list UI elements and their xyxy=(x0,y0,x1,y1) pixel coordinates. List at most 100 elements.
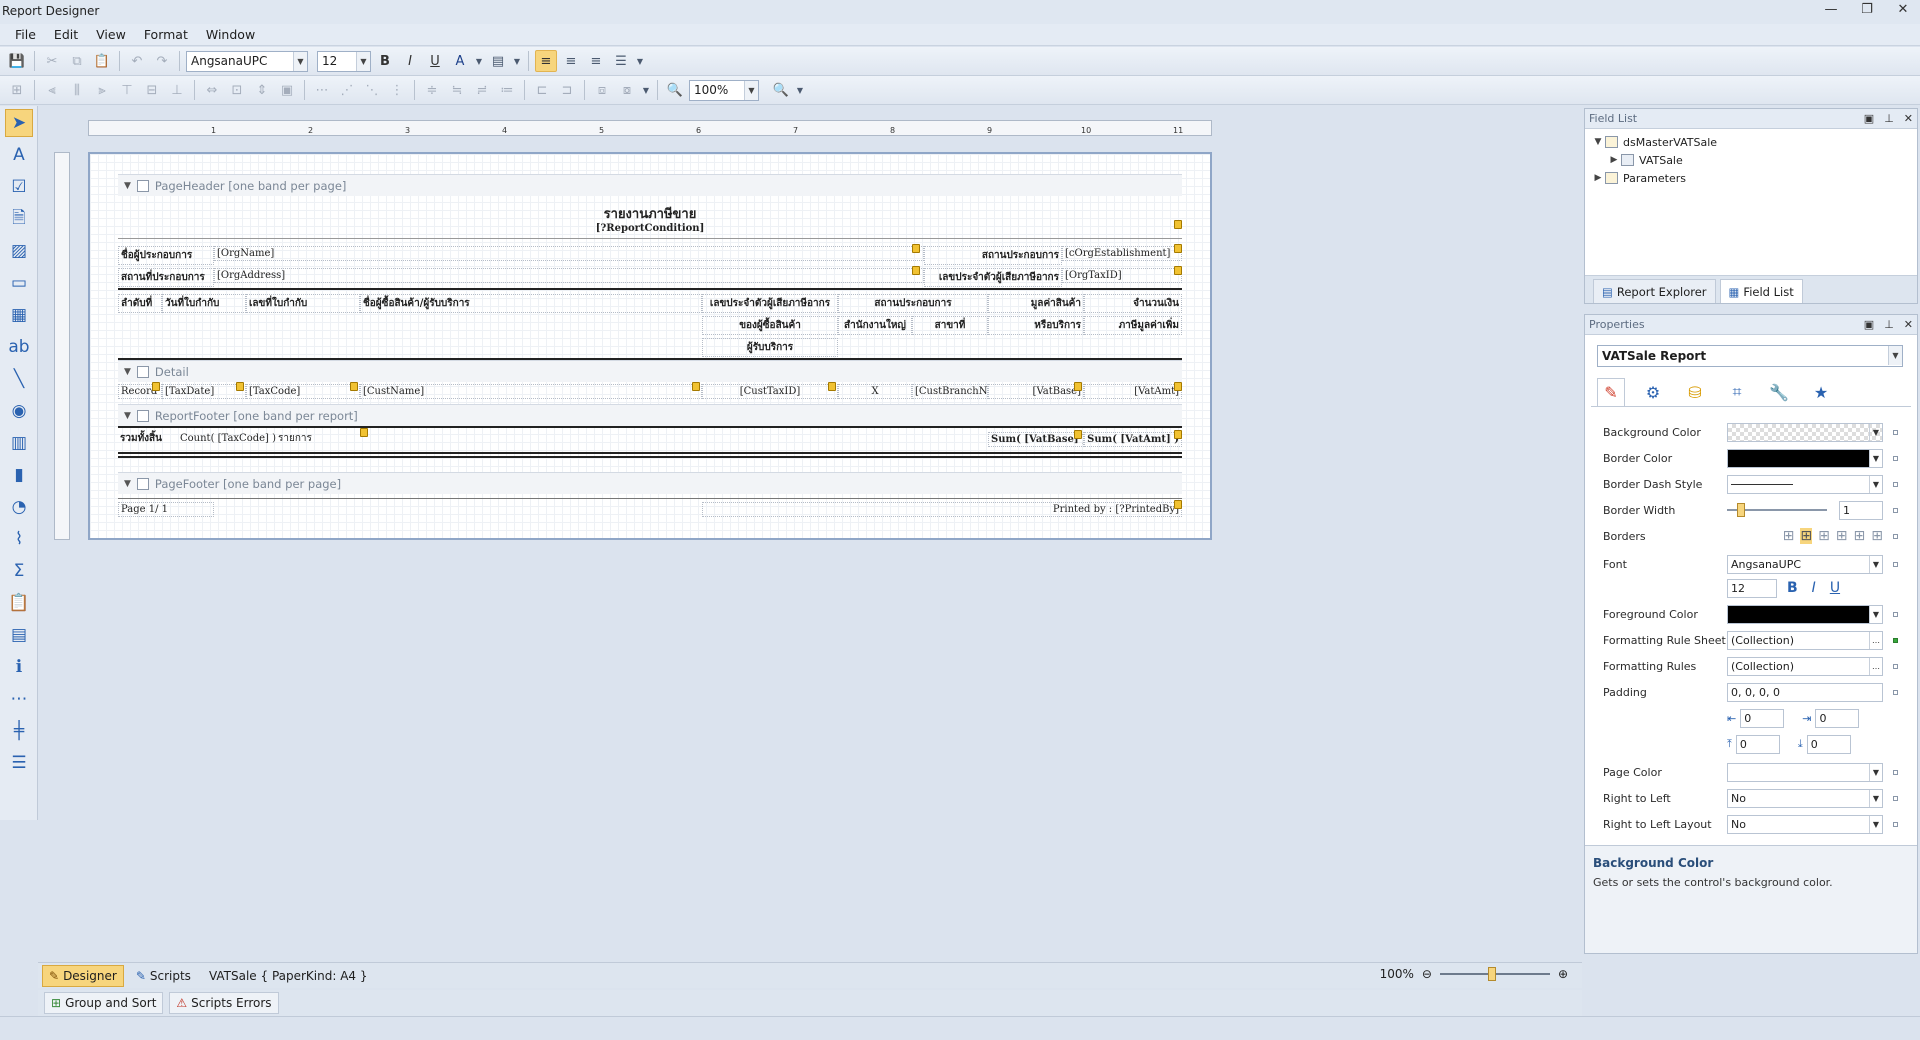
chevron-down-icon[interactable]: ▼ xyxy=(1869,763,1882,781)
collapse-icon[interactable]: ▼ xyxy=(124,367,131,377)
padding-right-input[interactable]: 0 xyxy=(1815,708,1860,728)
bold-button[interactable]: B xyxy=(374,50,396,72)
font-name-combo[interactable]: AngsanaUPC ▼ xyxy=(186,50,308,72)
cross-band-line-icon[interactable]: ╪ xyxy=(5,717,33,745)
chart-icon[interactable]: ▮ xyxy=(5,461,33,489)
col-branch[interactable]: สถานประกอบการ xyxy=(838,294,988,313)
menu-file[interactable]: File xyxy=(6,27,45,42)
col-amount-1[interactable]: จำนวนเงิน xyxy=(1084,294,1182,313)
smart-tag-icon[interactable] xyxy=(1174,266,1182,275)
close-button[interactable]: ✕ xyxy=(1892,2,1914,17)
reset-marker[interactable] xyxy=(1893,455,1898,461)
prop-border-color[interactable]: Border Color ▼ xyxy=(1603,447,1913,469)
align-rights-icon[interactable]: ⫸ xyxy=(91,79,113,101)
vspace-increase-icon[interactable]: ≒ xyxy=(446,79,468,101)
band-detail[interactable]: ▼ Detail xyxy=(118,360,1182,382)
col-custtax-1[interactable]: เลขประจำตัวผู้เสียภาษีอากร xyxy=(702,294,838,313)
chevron-down-icon[interactable]: ▼ xyxy=(1869,423,1882,441)
border-bottom-icon[interactable]: ⊞ xyxy=(1871,528,1883,544)
cut-icon[interactable]: ✂ xyxy=(41,50,63,72)
zoom-out-icon[interactable]: 🔍 xyxy=(664,79,686,101)
close-icon[interactable]: ✕ xyxy=(1904,318,1913,331)
org-name-label[interactable]: ชื่อผู้ประกอบการ xyxy=(118,246,214,265)
align-center-icon[interactable]: ≡ xyxy=(560,50,582,72)
detail-vatamt[interactable]: [VatAmt] xyxy=(1084,384,1182,399)
minimize-button[interactable]: — xyxy=(1820,2,1842,17)
detail-taxdate[interactable]: [TaxDate] xyxy=(162,384,246,399)
menu-format[interactable]: Format xyxy=(135,27,197,42)
chevron-down-icon[interactable]: ▼ xyxy=(1869,605,1882,623)
col-custtax-3[interactable]: ผู้รับบริการ xyxy=(702,338,838,357)
smart-tag-icon[interactable] xyxy=(1174,382,1182,391)
menu-edit[interactable]: Edit xyxy=(45,27,87,42)
prop-border-dash-style[interactable]: Border Dash Style ▼ xyxy=(1603,473,1913,495)
prop-formatting-rules[interactable]: Formatting Rules (Collection)… xyxy=(1603,655,1913,677)
menu-view[interactable]: View xyxy=(87,27,135,42)
reset-marker[interactable] xyxy=(1893,821,1898,827)
align-tops-icon[interactable]: ⊤ xyxy=(116,79,138,101)
checkbox-icon[interactable]: ☑ xyxy=(5,173,33,201)
copy-icon[interactable]: ⧉ xyxy=(66,50,88,72)
reset-marker[interactable] xyxy=(1893,481,1898,487)
bring-to-front-icon[interactable]: ⧈ xyxy=(591,79,613,101)
bold-button[interactable]: B xyxy=(1787,580,1798,596)
org-taxid-label[interactable]: เลขประจำตัวผู้เสียภาษีอากร xyxy=(924,268,1062,287)
border-left-icon[interactable]: ⊞ xyxy=(1818,528,1830,544)
border-top-icon[interactable]: ⊞ xyxy=(1836,528,1848,544)
appearance-icon[interactable]: ✎ xyxy=(1597,378,1625,406)
center-horizontally-icon[interactable]: ⊏ xyxy=(531,79,553,101)
page-number[interactable]: Page 1/ 1 xyxy=(118,502,214,517)
hspace-remove-icon[interactable]: ⋮ xyxy=(386,79,408,101)
establishment-label[interactable]: สถานประกอบการ xyxy=(924,246,1062,265)
zoom-out-button[interactable]: ⊖ xyxy=(1422,967,1432,981)
tab-designer[interactable]: ✎ Designer xyxy=(42,964,124,987)
align-centers-icon[interactable]: ⫼ xyxy=(66,79,88,101)
col-taxcode[interactable]: เลขที่ใบกำกับ xyxy=(246,294,360,313)
tab-group-and-sort[interactable]: ⊞ Group and Sort xyxy=(44,992,164,1014)
favorites-icon[interactable]: ★ xyxy=(1807,378,1835,406)
font-size-combo[interactable]: 12 ▼ xyxy=(317,50,371,72)
sum-vatbase[interactable]: Sum( [VatBase] ) xyxy=(988,432,1084,447)
detail-x[interactable]: X xyxy=(838,384,912,399)
font-select[interactable]: AngsanaUPC ▼ xyxy=(1727,554,1883,574)
tree-item[interactable]: ▼ dsMasterVATSale xyxy=(1591,133,1911,151)
vspace-remove-icon[interactable]: ≔ xyxy=(496,79,518,101)
org-taxid-field[interactable]: [OrgTaxID] xyxy=(1062,268,1182,283)
org-address-field[interactable]: [OrgAddress] xyxy=(214,268,924,283)
detail-custtaxid[interactable]: [CustTaxID] xyxy=(702,384,838,399)
zoom-slider[interactable] xyxy=(1439,967,1550,981)
ellipsis-icon[interactable]: … xyxy=(1869,631,1882,649)
border-width-slider[interactable] xyxy=(1727,503,1827,517)
prop-font[interactable]: Font AngsanaUPC ▼ xyxy=(1603,553,1913,575)
italic-button[interactable]: I xyxy=(399,50,421,72)
col-seq[interactable]: ลำดับที่ xyxy=(118,294,162,313)
align-left-icon[interactable]: ≡ xyxy=(535,50,557,72)
col-value-2[interactable]: หรือบริการ xyxy=(988,316,1084,335)
behavior-icon[interactable]: ⚙ xyxy=(1639,378,1667,406)
tab-scripts-errors[interactable]: ⚠ Scripts Errors xyxy=(169,992,279,1014)
report-condition[interactable]: [?ReportCondition] xyxy=(118,222,1182,235)
line-icon[interactable]: ╲ xyxy=(5,365,33,393)
padding-input[interactable]: 0, 0, 0, 0 xyxy=(1727,682,1883,702)
smart-tag-icon[interactable] xyxy=(350,382,358,391)
sparkline-icon[interactable]: ⌇ xyxy=(5,525,33,553)
layout-icon[interactable]: ⌗ xyxy=(1723,378,1751,406)
menu-window[interactable]: Window xyxy=(197,27,264,42)
border-all-icon[interactable]: ⊞ xyxy=(1783,528,1795,544)
cross-band-box-icon[interactable]: ☰ xyxy=(5,749,33,777)
page-break-icon[interactable]: ⋯ xyxy=(5,685,33,713)
dropdown-icon[interactable]: ▣ xyxy=(1864,318,1874,331)
tab-field-list[interactable]: ▦ Field List xyxy=(1719,279,1803,303)
chevron-down-icon[interactable]: ▼ xyxy=(744,80,758,100)
zoom-in-icon[interactable]: 🔍 xyxy=(770,79,792,101)
tab-report-explorer[interactable]: ▤ Report Explorer xyxy=(1593,279,1716,303)
font-color-icon[interactable]: A xyxy=(449,50,471,72)
collection-editor[interactable]: (Collection)… xyxy=(1727,630,1883,650)
detail-branchno[interactable]: [CustBranchNo] xyxy=(912,384,988,399)
undo-icon[interactable]: ↶ xyxy=(126,50,148,72)
justify-icon[interactable]: ☰ xyxy=(610,50,632,72)
prop-foreground-color[interactable]: Foreground Color ▼ xyxy=(1603,603,1913,625)
collapse-icon[interactable]: ▼ xyxy=(1591,137,1605,147)
underline-button[interactable]: U xyxy=(424,50,446,72)
italic-button[interactable]: I xyxy=(1812,580,1816,596)
